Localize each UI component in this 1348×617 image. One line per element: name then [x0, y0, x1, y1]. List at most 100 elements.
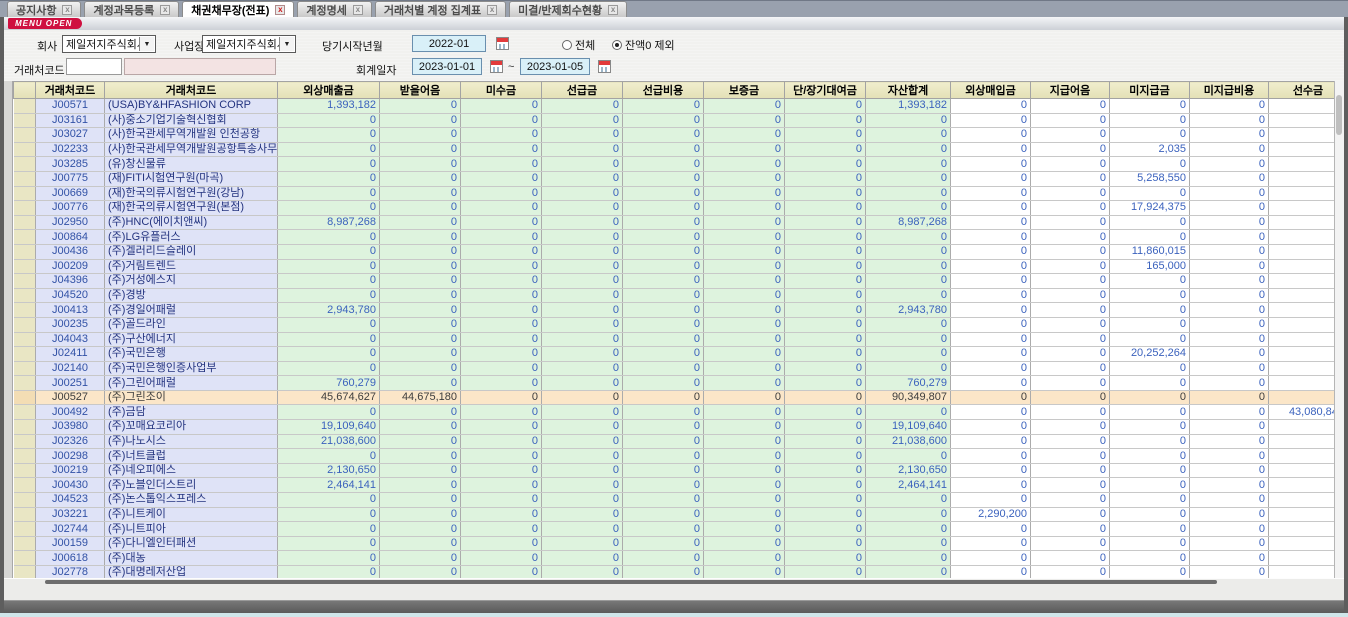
cell-value[interactable]: 0 — [704, 215, 785, 230]
cell-vendor-code[interactable]: J02140 — [36, 361, 105, 376]
cell-value[interactable]: 0 — [866, 507, 951, 522]
cell-vendor-code[interactable]: J04523 — [36, 493, 105, 508]
header-select[interactable] — [14, 82, 36, 99]
cell-value[interactable]: 0 — [785, 230, 866, 245]
cell-value[interactable]: 0 — [1190, 361, 1269, 376]
cell-value[interactable]: 0 — [866, 171, 951, 186]
cell-value[interactable]: 0 — [461, 347, 542, 362]
cell-value[interactable]: 0 — [278, 171, 380, 186]
row-select-cell[interactable] — [14, 493, 36, 508]
row-select-cell[interactable] — [14, 463, 36, 478]
cell-vendor-name[interactable]: (주)LG유플러스 — [105, 230, 278, 245]
cell-value[interactable]: 0 — [623, 405, 704, 420]
cell-value[interactable]: 0 — [542, 434, 623, 449]
cell-value[interactable]: 0 — [380, 317, 461, 332]
cell-value[interactable]: 0 — [951, 405, 1031, 420]
table-row[interactable]: J00159 (주)다니엘인터패션 0 0 0 0 0 0 0 0 0 0 0 … — [14, 536, 1345, 551]
cell-value[interactable]: 0 — [461, 171, 542, 186]
cell-value[interactable]: 165,000 — [1110, 259, 1190, 274]
row-select-cell[interactable] — [14, 186, 36, 201]
cell-value[interactable]: 0 — [1269, 317, 1345, 332]
cell-value[interactable]: 0 — [1110, 376, 1190, 391]
cell-vendor-name[interactable]: (주)대명레저산업 — [105, 566, 278, 579]
table-row[interactable]: J00618 (주)대농 0 0 0 0 0 0 0 0 0 0 0 0 0 — [14, 551, 1345, 566]
cell-value[interactable]: 0 — [380, 420, 461, 435]
cell-value[interactable]: 0 — [461, 478, 542, 493]
cell-value[interactable]: 0 — [380, 566, 461, 579]
cell-value[interactable]: 0 — [623, 186, 704, 201]
cell-value[interactable]: 0 — [542, 566, 623, 579]
table-row[interactable]: J00436 (주)겔러리드슬레이 0 0 0 0 0 0 0 0 0 0 11… — [14, 244, 1345, 259]
cell-value[interactable]: 0 — [278, 332, 380, 347]
cell-value[interactable]: 0 — [278, 449, 380, 464]
cell-value[interactable]: 0 — [623, 536, 704, 551]
cell-value[interactable]: 0 — [542, 390, 623, 405]
cell-value[interactable]: 0 — [1269, 376, 1345, 391]
cell-value[interactable]: 0 — [951, 434, 1031, 449]
cell-value[interactable]: 0 — [278, 186, 380, 201]
cell-value[interactable]: 0 — [461, 420, 542, 435]
cell-value[interactable]: 0 — [951, 171, 1031, 186]
cell-vendor-name[interactable]: (주)국민은행 — [105, 347, 278, 362]
cell-value[interactable]: 0 — [542, 405, 623, 420]
cell-value[interactable]: 0 — [278, 244, 380, 259]
row-select-cell[interactable] — [14, 507, 36, 522]
cell-vendor-name[interactable]: (사)한국관세무역개발원공항특송사무소 — [105, 142, 278, 157]
cell-value[interactable]: 0 — [1190, 522, 1269, 537]
cell-value[interactable]: 0 — [278, 551, 380, 566]
header-prepaid-expenses[interactable]: 선급비용 — [623, 82, 704, 99]
cell-value[interactable]: 0 — [1110, 332, 1190, 347]
row-select-cell[interactable] — [14, 478, 36, 493]
cell-value[interactable]: 0 — [785, 244, 866, 259]
cell-value[interactable]: 0 — [623, 522, 704, 537]
cell-value[interactable]: 0 — [380, 259, 461, 274]
cell-value[interactable]: 0 — [1110, 317, 1190, 332]
close-icon[interactable]: x — [62, 5, 72, 15]
cell-value[interactable]: 0 — [1269, 536, 1345, 551]
table-row[interactable]: J00219 (주)네오피에스 2,130,650 0 0 0 0 0 0 2,… — [14, 463, 1345, 478]
cell-value[interactable]: 1,393,182 — [866, 99, 951, 114]
calendar-icon[interactable] — [598, 60, 611, 73]
row-select-cell[interactable] — [14, 449, 36, 464]
cell-value[interactable]: 0 — [461, 493, 542, 508]
cell-value[interactable]: 0 — [866, 244, 951, 259]
row-select-cell[interactable] — [14, 288, 36, 303]
cell-value[interactable]: 0 — [951, 230, 1031, 245]
cell-value[interactable]: 0 — [1269, 478, 1345, 493]
cell-value[interactable]: 0 — [785, 171, 866, 186]
cell-value[interactable]: 0 — [461, 536, 542, 551]
cell-value[interactable]: 0 — [1269, 463, 1345, 478]
cell-value[interactable]: 0 — [1190, 244, 1269, 259]
cell-value[interactable]: 0 — [785, 201, 866, 216]
cell-value[interactable]: 0 — [785, 376, 866, 391]
cell-value[interactable]: 0 — [1190, 566, 1269, 579]
cell-vendor-name[interactable]: (주)그린어패럴 — [105, 376, 278, 391]
cell-value[interactable]: 21,038,600 — [866, 434, 951, 449]
cell-value[interactable]: 0 — [785, 347, 866, 362]
cell-value[interactable]: 0 — [542, 361, 623, 376]
cell-value[interactable]: 0 — [866, 230, 951, 245]
cell-value[interactable]: 2,130,650 — [278, 463, 380, 478]
row-select-cell[interactable] — [14, 244, 36, 259]
cell-value[interactable]: 0 — [278, 142, 380, 157]
cell-value[interactable]: 0 — [542, 186, 623, 201]
chevron-down-icon[interactable]: ▼ — [139, 37, 154, 51]
cell-value[interactable]: 0 — [1269, 259, 1345, 274]
table-row[interactable]: J00775 (재)FITI시험연구원(마곡) 0 0 0 0 0 0 0 0 … — [14, 171, 1345, 186]
menu-open-button[interactable]: MENU OPEN — [8, 18, 82, 29]
cell-value[interactable]: 11,860,015 — [1110, 244, 1190, 259]
cell-value[interactable]: 0 — [1190, 288, 1269, 303]
cell-value[interactable]: 0 — [1269, 288, 1345, 303]
cell-value[interactable]: 0 — [623, 201, 704, 216]
table-row[interactable]: J00209 (주)거림트렌드 0 0 0 0 0 0 0 0 0 0 165,… — [14, 259, 1345, 274]
row-select-cell[interactable] — [14, 128, 36, 143]
cell-vendor-name[interactable]: (주)네오피에스 — [105, 463, 278, 478]
cell-value[interactable]: 0 — [461, 113, 542, 128]
cell-value[interactable]: 0 — [380, 551, 461, 566]
cell-value[interactable]: 0 — [623, 303, 704, 318]
tab-3[interactable]: 계정명세 x — [297, 1, 371, 17]
cell-value[interactable]: 0 — [951, 332, 1031, 347]
cell-vendor-code[interactable]: J00775 — [36, 171, 105, 186]
cell-value[interactable]: 0 — [785, 259, 866, 274]
cell-vendor-name[interactable]: (주)국민은행인증사업부 — [105, 361, 278, 376]
